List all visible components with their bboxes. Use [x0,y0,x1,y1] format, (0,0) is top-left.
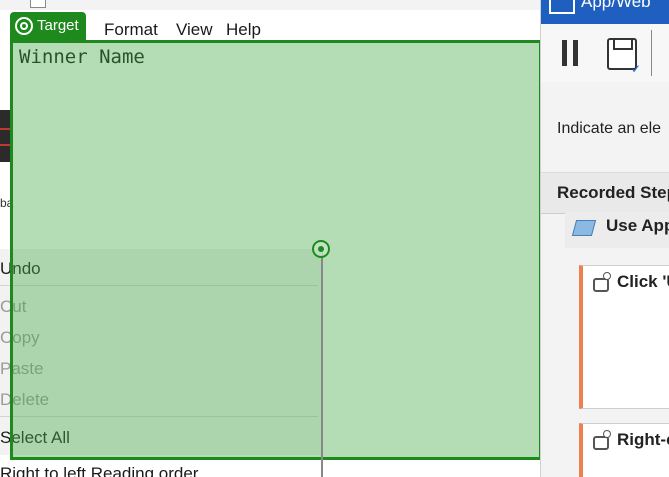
step-card-right-click[interactable]: Right-c [579,423,669,477]
recorder-toolbar [541,24,669,82]
crosshair-icon [312,240,330,258]
indicate-instruction: Indicate an ele [557,120,662,137]
click-action-icon [591,272,611,292]
pause-icon[interactable] [562,40,580,68]
target-icon [15,17,33,35]
recorder-panel: App/Web Indicate an ele Recorded Step Us… [540,0,669,477]
use-app-step-label: Use App [606,216,669,235]
toolbar-divider [651,30,652,76]
save-icon[interactable] [607,38,641,76]
menu-format[interactable]: Format [104,20,158,40]
recorder-title: App/Web [581,0,651,11]
menu-help[interactable]: Help [226,20,261,40]
recorded-steps-header: Recorded Step [541,172,669,214]
title-bar [0,0,540,10]
app-window-icon [549,0,575,14]
step-card-label: Right-c [617,430,669,449]
notepad-icon [30,0,46,8]
target-highlight-overlay [10,40,542,460]
context-menu-rtl-reading-order[interactable]: Right to left Reading order [0,464,198,477]
recorded-steps-title: Recorded Step [557,183,669,202]
click-action-icon [591,430,611,450]
target-badge: Target [10,12,86,40]
step-card-label: Click 'U [617,272,669,291]
recorder-title-bar: App/Web [541,0,669,24]
application-icon [571,220,597,236]
target-badge-label: Target [37,17,79,34]
pointer-guide-line [321,256,323,477]
background-window-thumbnail [0,110,10,162]
menu-view[interactable]: View [176,20,213,40]
step-card-click[interactable]: Click 'U [579,265,669,409]
use-app-step[interactable]: Use App [565,212,669,248]
